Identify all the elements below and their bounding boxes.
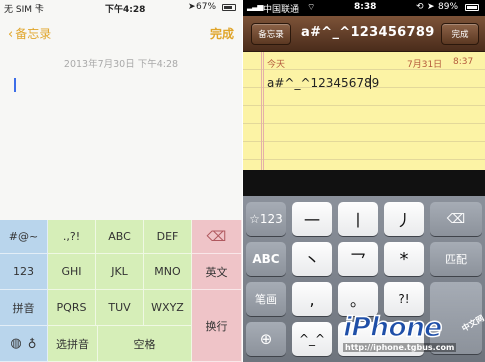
battery-icon [222,4,236,11]
left-screenshot: 无 SIM 卡 ⌔ 下午4:28 ➤ 67% ‹ 备忘录 完成 2013年7月30… [0,0,242,362]
key-pinyin[interactable]: 拼音 [0,290,48,326]
note-date: 2013年7月30日 下午4:28 [63,59,179,70]
nav-bar: 备忘录 a#^_^123456789 完成 [243,16,485,52]
status-time: 8:38 [354,2,377,12]
wifi-icon: ⌔ [34,3,43,13]
key-emoticon[interactable]: ^_^ [292,322,332,356]
key-punctuation[interactable]: .,?! [48,220,96,254]
key-stroke-dian[interactable]: 丶 [292,242,332,276]
text-cursor[interactable] [14,78,16,92]
right-screenshot: ▂▃▅ 中国联通 ⌔ 8:38 ⟲ ➤ 89% 备忘录 a#^_^1234567… [243,0,485,362]
key-match[interactable]: 匹配 [430,242,482,276]
key-period[interactable]: 。 [338,282,378,316]
nav-bar: ‹ 备忘录 完成 [0,16,242,48]
key-return[interactable]: 换行 [192,290,242,362]
key-row-bottom-left: ◍ ♁ [0,326,48,362]
key-numbers[interactable]: ☆123 [246,202,286,236]
key-select-pinyin[interactable]: 选拼音 [48,326,98,362]
back-button[interactable]: ‹ 备忘录 [8,25,51,42]
key-abc[interactable]: ABC [246,242,286,276]
key-space[interactable]: 空格 [98,326,192,362]
back-button-label: 备忘录 [15,27,52,41]
key-mno[interactable]: MNO [144,254,192,290]
signal-icon: ▂▃▅ [247,2,264,11]
microphone-icon[interactable]: ♁ [28,337,37,351]
location-icon: ➤ [188,2,196,12]
key-stroke-mode[interactable]: 笔画 [246,282,286,316]
note-date: 7月31日 [407,60,443,70]
text-cursor [370,75,371,89]
key-question-exclaim[interactable]: ?! [384,282,424,316]
note-day: 今天 [267,60,286,70]
note-text[interactable]: a#^_^123456789 [267,76,379,90]
key-stroke-zhe[interactable]: 乛 [338,242,378,276]
key-stroke-shu[interactable]: 丨 [338,202,378,236]
key-stroke-pie[interactable]: 丿 [384,202,424,236]
key-wildcard[interactable]: * [384,242,424,276]
delete-icon[interactable]: ⌫ [192,220,242,254]
battery-icon [465,4,479,11]
status-bar: ▂▃▅ 中国联通 ⌔ 8:38 ⟲ ➤ 89% [243,0,485,16]
key-def[interactable]: DEF [144,220,192,254]
margin-line [263,52,264,170]
back-button[interactable]: 备忘录 [251,23,291,45]
battery-percent: 89% [438,2,459,12]
watermark-logo: iPhone [342,311,443,344]
key-tuv[interactable]: TUV [96,290,144,326]
done-button[interactable]: 完成 [210,25,234,42]
key-pqrs[interactable]: PQRS [48,290,96,326]
page-title: a#^_^123456789 [301,25,435,40]
key-wxyz[interactable]: WXYZ [144,290,192,326]
key-jkl[interactable]: JKL [96,254,144,290]
watermark-url: http://iphone.tgbus.com [343,343,457,352]
location-icon: ➤ [427,2,435,12]
status-bar: 无 SIM 卡 ⌔ 下午4:28 ➤ 67% [0,0,242,16]
key-english[interactable]: 英文 [192,254,242,290]
carrier-label: 中国联通 [263,5,300,15]
battery-percent: 67% [196,2,217,12]
status-time: 下午4:28 [105,5,146,15]
margin-line [261,52,262,170]
key-abc[interactable]: ABC [96,220,144,254]
key-symbols[interactable]: #@~ [0,220,48,254]
lock-rotation-icon: ⟲ [416,2,424,12]
wifi-icon: ⌔ [307,3,316,13]
chevron-left-icon: ‹ [8,27,14,42]
globe-icon[interactable]: ◍ [10,336,21,351]
done-button[interactable]: 完成 [441,23,479,45]
key-comma[interactable]: , [292,282,332,316]
note-time: 8:37 [453,57,474,67]
key-stroke-heng[interactable]: 一 [292,202,332,236]
key-123[interactable]: 123 [0,254,48,290]
delete-icon[interactable]: ⌫ [430,202,482,236]
keyboard: #@~ 123 拼音 ◍ ♁ .,?! GHI PQRS 选拼音 ABC JKL… [0,220,242,362]
key-ghi[interactable]: GHI [48,254,96,290]
globe-icon[interactable]: ⊕ [246,322,286,356]
